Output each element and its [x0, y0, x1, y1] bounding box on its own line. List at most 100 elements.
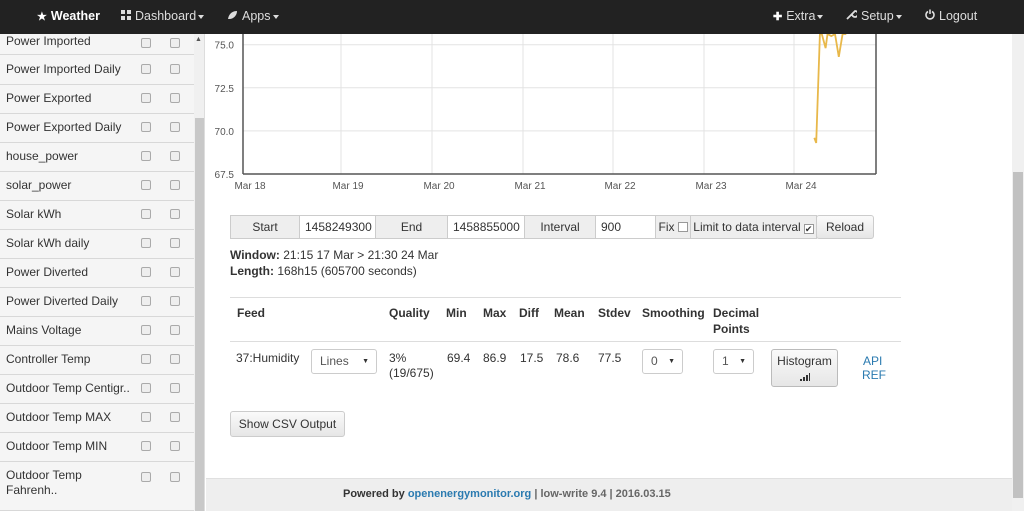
left-axis-checkbox[interactable]: [141, 151, 151, 161]
chevron-down-icon: ▼: [668, 358, 675, 365]
left-axis-checkbox[interactable]: [141, 238, 151, 248]
sidebar-feed-label: Outdoor Temp MIN: [6, 439, 108, 453]
scroll-up-icon[interactable]: ▲: [195, 36, 202, 43]
left-axis-checkbox[interactable]: [141, 441, 151, 451]
chevron-down-icon: [817, 14, 824, 19]
limit-label: Limit to data interval: [693, 220, 801, 234]
right-axis-checkbox[interactable]: [170, 122, 180, 132]
start-input[interactable]: 1458249300: [299, 215, 376, 239]
nav-weather[interactable]: ★ Weather: [37, 0, 100, 34]
api-ref-line1: API: [863, 354, 883, 368]
sidebar-feed-row[interactable]: Outdoor Temp MIN: [0, 433, 195, 462]
sidebar-scrollbar-thumb[interactable]: [195, 118, 204, 511]
sidebar-feed-label: Mains Voltage: [6, 323, 82, 337]
left-axis-checkbox[interactable]: [141, 122, 151, 132]
left-axis-checkbox[interactable]: [141, 267, 151, 277]
right-axis-checkbox[interactable]: [170, 38, 180, 48]
bar-chart-icon: [772, 370, 837, 384]
y-tick-label: 72.5: [215, 84, 235, 95]
nav-apps[interactable]: Apps: [227, 0, 279, 34]
top-navbar: ★ Weather Dashboard Apps ✚ Extra Setup Log…: [0, 0, 1024, 34]
sidebar-feed-label: Solar kWh: [6, 207, 62, 221]
api-ref-link[interactable]: API REF: [862, 354, 886, 382]
right-axis-checkbox[interactable]: [170, 354, 180, 364]
left-axis-checkbox[interactable]: [141, 38, 151, 48]
right-axis-checkbox[interactable]: [170, 325, 180, 335]
left-axis-checkbox[interactable]: [141, 180, 151, 190]
col-decimal-line2: Points: [713, 322, 750, 336]
limit-checkbox-group[interactable]: Limit to data interval ✔: [690, 215, 817, 239]
sidebar-feed-row[interactable]: Outdoor Temp Fahrenh..: [0, 462, 195, 511]
fix-label: Fix: [658, 220, 675, 234]
left-axis-checkbox[interactable]: [141, 209, 151, 219]
y-tick-label: 70.0: [215, 127, 235, 138]
fix-checkbox[interactable]: [677, 222, 688, 232]
right-axis-checkbox[interactable]: [170, 93, 180, 103]
end-input[interactable]: 1458855000: [447, 215, 525, 239]
y-tick-label: 75.0: [215, 41, 235, 52]
footer-version: | low-write 9.4 | 2016.03.15: [534, 488, 671, 500]
decimal-select[interactable]: 1 ▼: [713, 349, 754, 374]
right-axis-checkbox[interactable]: [170, 209, 180, 219]
left-axis-checkbox[interactable]: [141, 354, 151, 364]
main-scrollbar-thumb[interactable]: [1013, 172, 1023, 498]
smoothing-value: 0: [651, 354, 658, 368]
col-mean: Mean: [554, 306, 585, 320]
right-axis-checkbox[interactable]: [170, 180, 180, 190]
left-axis-checkbox[interactable]: [141, 472, 151, 482]
row-quality-pct: 3%: [389, 351, 407, 365]
sidebar-feed-row[interactable]: Mains Voltage: [0, 317, 195, 346]
right-axis-checkbox[interactable]: [170, 151, 180, 161]
show-csv-button[interactable]: Show CSV Output: [230, 411, 345, 437]
feed-sidebar: Power Imported Power Imported Daily Power …: [0, 34, 205, 511]
col-decimal: Decimal Points: [713, 305, 759, 337]
sidebar-feed-row[interactable]: Power Diverted: [0, 259, 195, 288]
histogram-label: Histogram: [777, 354, 832, 368]
left-axis-checkbox[interactable]: [141, 296, 151, 306]
left-axis-checkbox[interactable]: [141, 383, 151, 393]
fix-checkbox-group[interactable]: Fix: [655, 215, 691, 239]
plot-type-select[interactable]: Lines ▼: [311, 349, 377, 374]
limit-checkbox[interactable]: ✔: [803, 224, 814, 234]
interval-input[interactable]: 900: [595, 215, 656, 239]
start-label: Start: [230, 215, 300, 239]
right-axis-checkbox[interactable]: [170, 296, 180, 306]
left-axis-checkbox[interactable]: [141, 325, 151, 335]
histogram-button[interactable]: Histogram: [771, 349, 838, 387]
x-tick-label: Mar 22: [604, 181, 636, 192]
left-axis-checkbox[interactable]: [141, 64, 151, 74]
col-diff: Diff: [519, 306, 539, 320]
col-max: Max: [483, 306, 507, 320]
chevron-down-icon: ▼: [362, 358, 369, 365]
reload-button[interactable]: Reload: [816, 215, 874, 239]
sidebar-feed-row[interactable]: Power Exported: [0, 85, 195, 114]
right-axis-checkbox[interactable]: [170, 412, 180, 422]
sidebar-feed-row[interactable]: Outdoor Temp MAX: [0, 404, 195, 433]
right-axis-checkbox[interactable]: [170, 383, 180, 393]
sidebar-feed-row[interactable]: solar_power: [0, 172, 195, 201]
left-axis-checkbox[interactable]: [141, 93, 151, 103]
sidebar-feed-row[interactable]: Power Diverted Daily: [0, 288, 195, 317]
right-axis-checkbox[interactable]: [170, 472, 180, 482]
sidebar-feed-row[interactable]: Controller Temp: [0, 346, 195, 375]
right-axis-checkbox[interactable]: [170, 441, 180, 451]
nav-extra[interactable]: ✚ Extra: [773, 0, 824, 34]
right-axis-checkbox[interactable]: [170, 64, 180, 74]
col-smoothing: Smoothing: [642, 306, 705, 320]
smoothing-select[interactable]: 0 ▼: [642, 349, 683, 374]
sidebar-feed-row[interactable]: Solar kWh daily: [0, 230, 195, 259]
footer-site-link[interactable]: openenergymonitor.org: [408, 488, 531, 500]
sidebar-feed-row[interactable]: Power Imported: [0, 34, 195, 55]
nav-dashboard[interactable]: Dashboard: [121, 0, 205, 34]
right-axis-checkbox[interactable]: [170, 238, 180, 248]
sidebar-feed-row[interactable]: house_power: [0, 143, 195, 172]
nav-setup[interactable]: Setup: [846, 0, 902, 34]
left-axis-checkbox[interactable]: [141, 412, 151, 422]
sidebar-feed-row[interactable]: Power Exported Daily: [0, 114, 195, 143]
sidebar-feed-row[interactable]: Solar kWh: [0, 201, 195, 230]
nav-logout[interactable]: Logout: [925, 0, 977, 34]
sidebar-feed-row[interactable]: Outdoor Temp Centigr..: [0, 375, 195, 404]
decimal-value: 1: [722, 354, 729, 368]
sidebar-feed-row[interactable]: Power Imported Daily: [0, 56, 195, 85]
right-axis-checkbox[interactable]: [170, 267, 180, 277]
